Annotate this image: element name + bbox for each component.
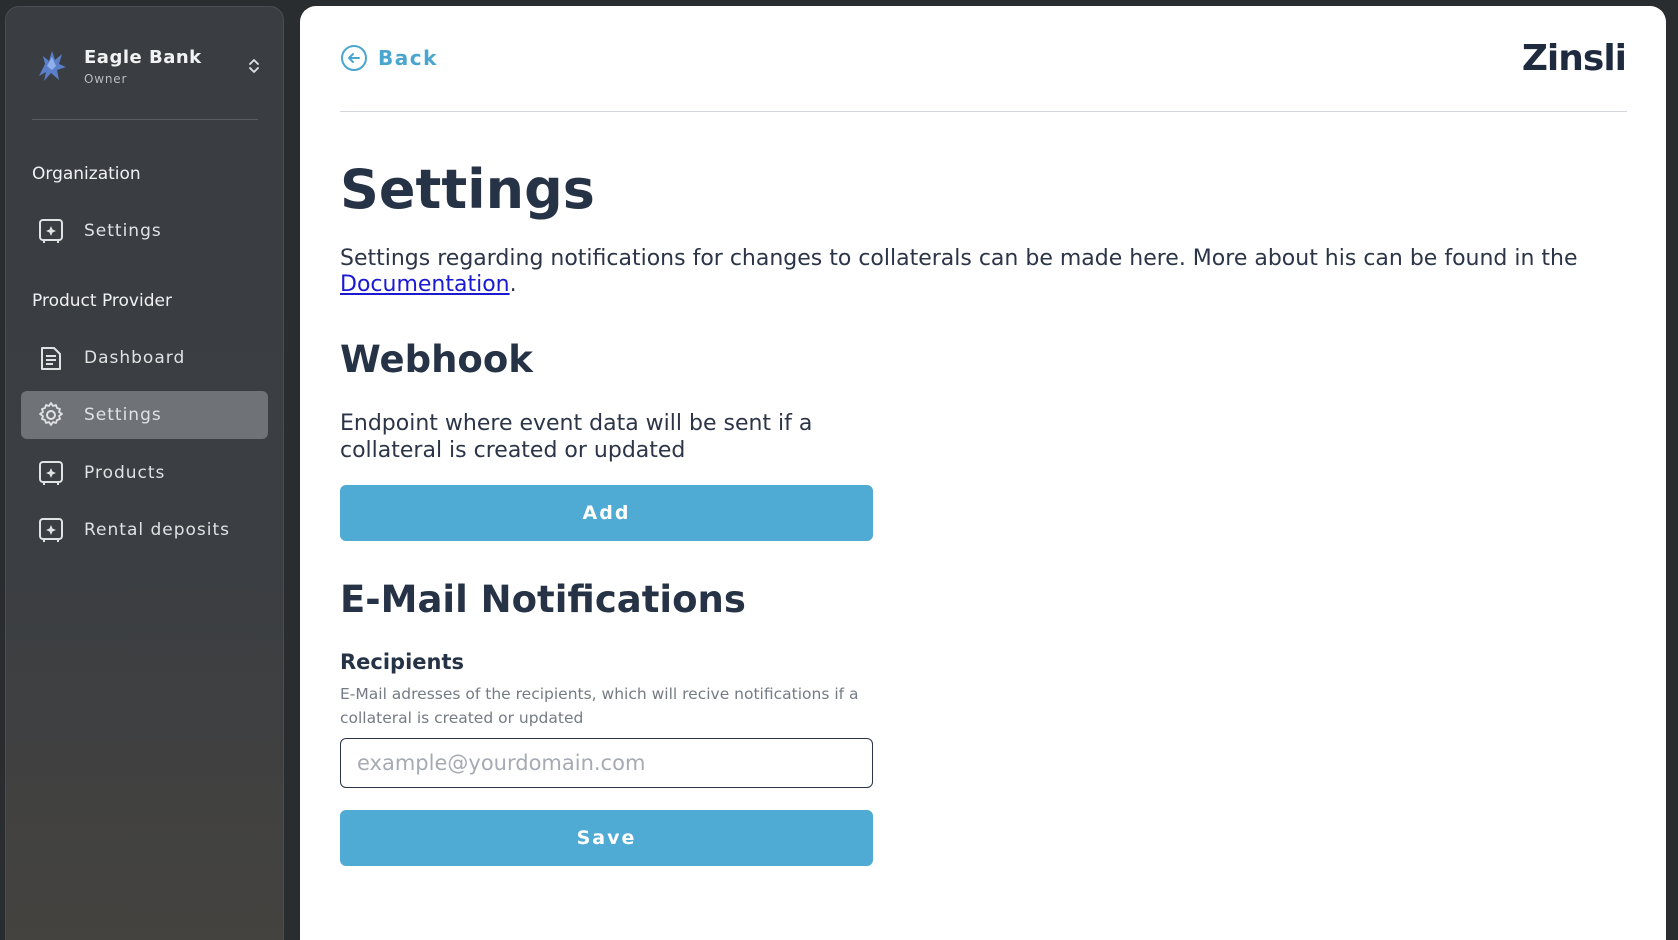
sidebar-item-label: Settings [84, 405, 162, 425]
sidebar-item-rental-deposits[interactable]: Rental deposits [21, 506, 268, 554]
org-name: Eagle Bank [84, 46, 202, 68]
chevron-updown-icon [246, 55, 262, 77]
main-panel: Back Zinsli Settings Settings regarding … [300, 6, 1666, 940]
intro-text: Settings regarding notifications for cha… [340, 246, 1600, 298]
eagle-logo-icon [32, 46, 72, 86]
back-label: Back [378, 46, 438, 70]
document-icon [36, 343, 66, 373]
gear-icon [36, 400, 66, 430]
sidebar-item-dashboard[interactable]: Dashboard [21, 334, 268, 382]
recipients-label: Recipients [340, 650, 465, 674]
section-heading-product-provider: Product Provider [32, 291, 172, 311]
brand-logo: Zinsli [1521, 38, 1627, 79]
sidebar-item-products[interactable]: Products [21, 449, 268, 497]
safe-icon [36, 458, 66, 488]
sidebar-item-settings[interactable]: Settings [21, 391, 268, 439]
webhook-heading: Webhook [340, 338, 533, 381]
arrow-left-circle-icon [341, 45, 367, 71]
back-button[interactable]: Back [340, 44, 438, 72]
org-role: Owner [84, 71, 128, 86]
recipients-email-input[interactable] [340, 738, 873, 788]
org-switcher[interactable]: Eagle Bank Owner [32, 41, 262, 91]
documentation-link[interactable]: Documentation [340, 272, 510, 297]
sidebar-item-label: Dashboard [84, 348, 186, 368]
header-divider [340, 111, 1627, 112]
sidebar-divider [32, 119, 258, 120]
sidebar: Eagle Bank Owner Organization Settings P… [5, 6, 284, 940]
recipients-help: E-Mail adresses of the recipients, which… [340, 685, 859, 727]
sidebar-item-org-settings[interactable]: Settings [21, 207, 268, 255]
add-webhook-button[interactable]: Add [340, 485, 873, 541]
email-notifications-heading: E-Mail Notifications [340, 578, 746, 621]
intro-body: Settings regarding notifications for cha… [340, 246, 1578, 271]
sidebar-item-label: Rental deposits [84, 520, 231, 540]
sidebar-item-label: Products [84, 463, 166, 483]
page-title: Settings [340, 158, 595, 221]
webhook-description: Endpoint where event data will be sent i… [340, 411, 813, 463]
intro-end: . [509, 272, 517, 297]
safe-icon [36, 216, 66, 246]
safe-icon [36, 515, 66, 545]
save-button[interactable]: Save [340, 810, 873, 866]
section-heading-organization: Organization [32, 164, 141, 184]
sidebar-item-label: Settings [84, 221, 162, 241]
